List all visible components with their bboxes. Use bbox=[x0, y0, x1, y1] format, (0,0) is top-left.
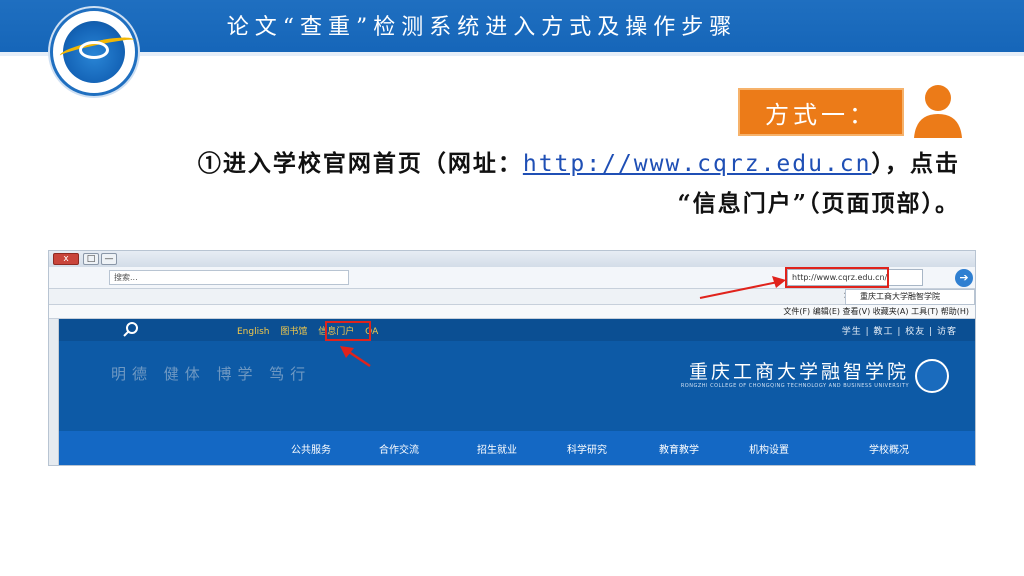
address-highlight-box bbox=[785, 267, 889, 288]
site-user-links[interactable]: 学生 | 教工 | 校友 | 访客 bbox=[842, 324, 957, 337]
scrollbar[interactable] bbox=[49, 319, 59, 465]
window-minimize-button[interactable]: — bbox=[101, 253, 117, 265]
logo-eye bbox=[79, 41, 109, 59]
title-strip bbox=[0, 52, 1024, 56]
slide-title: 论文“查重”检测系统进入方式及操作步骤 bbox=[226, 15, 738, 40]
instruction-prefix: ①进入学校官网首页（网址： bbox=[197, 150, 523, 177]
menu-bar[interactable]: 文件(F) 编辑(E) 查看(V) 收藏夹(A) 工具(T) 帮助(H) bbox=[49, 305, 975, 319]
address-row: 搜索... http://www.cqrz.edu.cn/ ➔ bbox=[49, 267, 975, 289]
search-icon[interactable] bbox=[123, 321, 139, 337]
site-slogan: 明德 健体 博学 笃行 bbox=[111, 365, 312, 383]
instruction-line-2: “信息门户”（页面顶部）。 bbox=[677, 190, 960, 217]
link-library[interactable]: 图书馆 bbox=[280, 327, 307, 337]
nav-item-cooperation[interactable]: 合作交流 bbox=[379, 441, 419, 456]
nav-item-admission[interactable]: 招生就业 bbox=[477, 441, 517, 456]
link-english[interactable]: English bbox=[237, 327, 270, 337]
window-maximize-button[interactable]: □ bbox=[83, 253, 99, 265]
school-emblem-icon bbox=[915, 359, 949, 393]
website-page: English 图书馆 信息门户 OA 学生 | 教工 | 校友 | 访客 明德… bbox=[49, 319, 975, 465]
nav-item-teaching[interactable]: 教育教学 bbox=[659, 441, 699, 456]
title-bar: 论文“查重”检测系统进入方式及操作步骤 bbox=[0, 0, 1024, 56]
person-icon bbox=[914, 85, 962, 138]
instruction-line-1: ①进入学校官网首页（网址：http://www.cqrz.edu.cn），点击 bbox=[90, 144, 960, 184]
instruction-text: ①进入学校官网首页（网址：http://www.cqrz.edu.cn），点击 … bbox=[90, 144, 960, 224]
browser-tab[interactable]: 重庆工商大学融智学院 bbox=[845, 289, 975, 305]
search-input[interactable]: 搜索... bbox=[109, 270, 349, 285]
browser-screenshot: x □ — 搜索... http://www.cqrz.edu.cn/ ➔ × … bbox=[48, 250, 976, 466]
go-arrow-icon[interactable]: ➔ bbox=[955, 269, 973, 287]
nav-item-public-service[interactable]: 公共服务 bbox=[291, 441, 331, 456]
nav-item-overview[interactable]: 学校概况 bbox=[869, 441, 909, 456]
nav-item-research[interactable]: 科学研究 bbox=[567, 441, 607, 456]
portal-highlight-box bbox=[325, 321, 371, 341]
site-top-nav: English 图书馆 信息门户 OA 学生 | 教工 | 校友 | 访客 bbox=[59, 319, 975, 341]
instruction-suffix: ），点击 bbox=[871, 150, 960, 177]
window-close-button[interactable]: x bbox=[53, 253, 79, 265]
window-title-bar: x □ — bbox=[49, 251, 975, 267]
college-url-link[interactable]: http://www.cqrz.edu.cn bbox=[523, 151, 872, 177]
school-name-en: RONGZHI COLLEGE OF CHONGQING TECHNOLOGY … bbox=[680, 383, 909, 389]
method-badge: 方式一： bbox=[738, 88, 904, 136]
nav-item-organization[interactable]: 机构设置 bbox=[749, 441, 789, 456]
tab-row: × 重庆工商大学融智学院 bbox=[49, 289, 975, 305]
site-main-nav: 学校概况 机构设置 教育教学 科学研究 招生就业 合作交流 公共服务 bbox=[59, 431, 975, 465]
school-name: 重庆工商大学融智学院 bbox=[688, 361, 909, 383]
college-logo bbox=[50, 8, 138, 96]
